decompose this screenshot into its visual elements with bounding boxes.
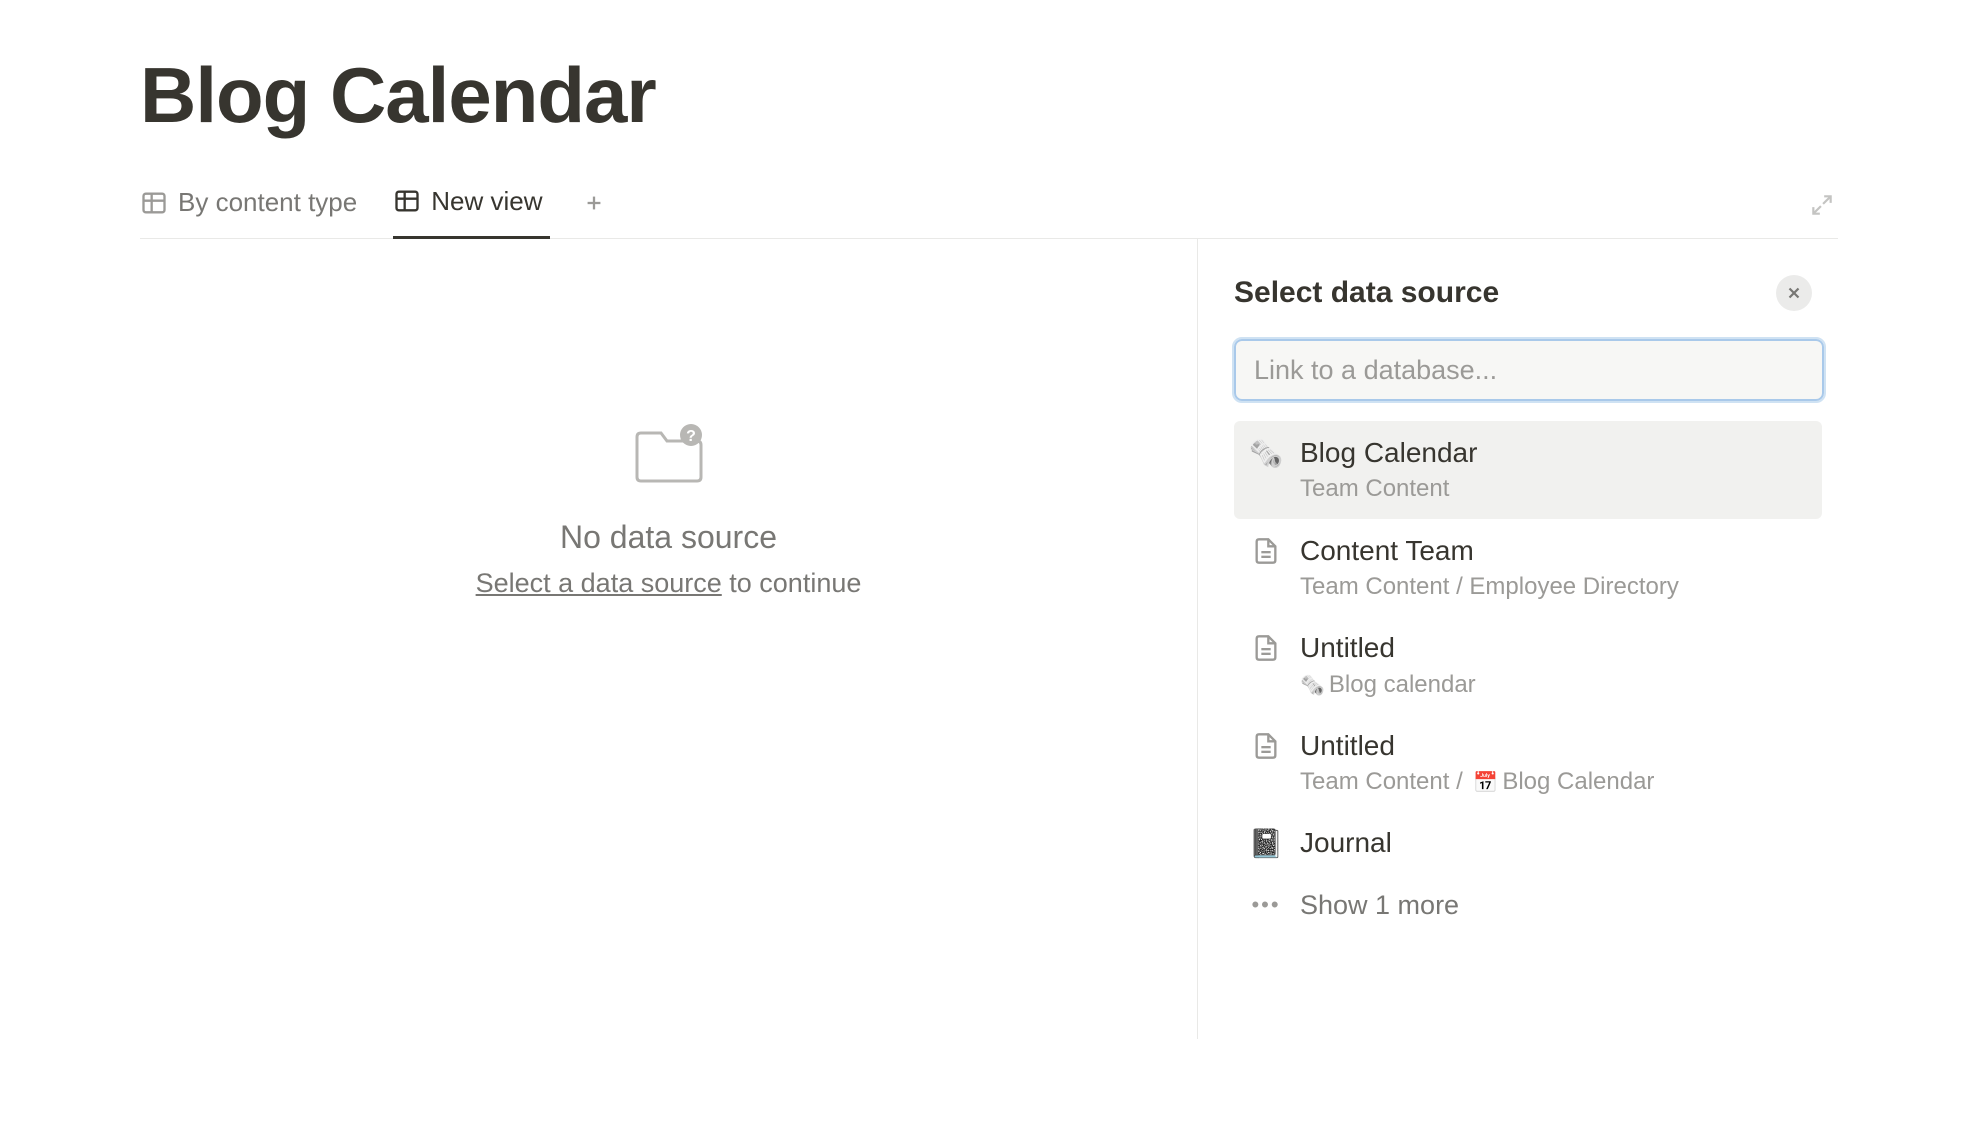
select-source-link[interactable]: Select a data source bbox=[476, 568, 722, 598]
source-subtitle: Team Content / Employee Directory bbox=[1300, 571, 1679, 602]
data-source-panel: Select data source 🗞️ Blog Calendar bbox=[1198, 239, 1838, 1039]
empty-state-title: No data source bbox=[560, 519, 777, 556]
panel-title: Select data source bbox=[1234, 276, 1499, 310]
newspaper-icon: 🗞️ bbox=[1250, 437, 1282, 469]
tab-by-content-type[interactable]: By content type bbox=[140, 181, 365, 239]
source-subtitle: Team Content bbox=[1300, 473, 1477, 504]
close-button[interactable] bbox=[1776, 275, 1812, 311]
show-more-label: Show 1 more bbox=[1300, 890, 1459, 921]
table-icon bbox=[393, 187, 421, 215]
journal-icon: 📓 bbox=[1250, 827, 1282, 859]
source-subtitle: 🗞️Blog calendar bbox=[1300, 669, 1476, 700]
expand-icon[interactable] bbox=[1806, 189, 1838, 221]
show-more-button[interactable]: ••• Show 1 more bbox=[1234, 876, 1822, 935]
source-title: Blog Calendar bbox=[1300, 435, 1477, 471]
source-title: Journal bbox=[1300, 825, 1392, 861]
page-icon bbox=[1250, 535, 1282, 567]
tab-label: New view bbox=[431, 186, 542, 217]
view-tabs: By content type New view bbox=[140, 181, 1838, 239]
page-icon bbox=[1250, 730, 1282, 762]
page-icon bbox=[1250, 632, 1282, 664]
main-empty-state: ? No data source Select a data source to… bbox=[140, 239, 1198, 1039]
source-title: Content Team bbox=[1300, 533, 1679, 569]
source-title: Untitled bbox=[1300, 630, 1476, 666]
source-list: 🗞️ Blog Calendar Team Content bbox=[1234, 421, 1822, 935]
source-subtitle: Team Content / 📅Blog Calendar bbox=[1300, 766, 1654, 797]
source-item-content-team[interactable]: Content Team Team Content / Employee Dir… bbox=[1234, 519, 1822, 617]
empty-state-subtitle: Select a data source to continue bbox=[476, 568, 862, 599]
source-item-journal[interactable]: 📓 Journal bbox=[1234, 811, 1822, 875]
add-view-button[interactable] bbox=[578, 187, 610, 219]
tab-label: By content type bbox=[178, 187, 357, 218]
empty-folder-icon: ? bbox=[629, 419, 709, 489]
empty-state-suffix: to continue bbox=[722, 568, 862, 598]
page-title: Blog Calendar bbox=[140, 50, 1838, 141]
dots-icon: ••• bbox=[1250, 892, 1282, 918]
tab-new-view[interactable]: New view bbox=[393, 181, 550, 239]
search-input[interactable] bbox=[1234, 339, 1824, 401]
table-icon bbox=[140, 189, 168, 217]
source-item-blog-calendar[interactable]: 🗞️ Blog Calendar Team Content bbox=[1234, 421, 1822, 519]
source-title: Untitled bbox=[1300, 728, 1654, 764]
source-item-untitled-2[interactable]: Untitled Team Content / 📅Blog Calendar bbox=[1234, 714, 1822, 812]
svg-text:?: ? bbox=[686, 428, 696, 445]
source-item-untitled-1[interactable]: Untitled 🗞️Blog calendar bbox=[1234, 616, 1822, 714]
